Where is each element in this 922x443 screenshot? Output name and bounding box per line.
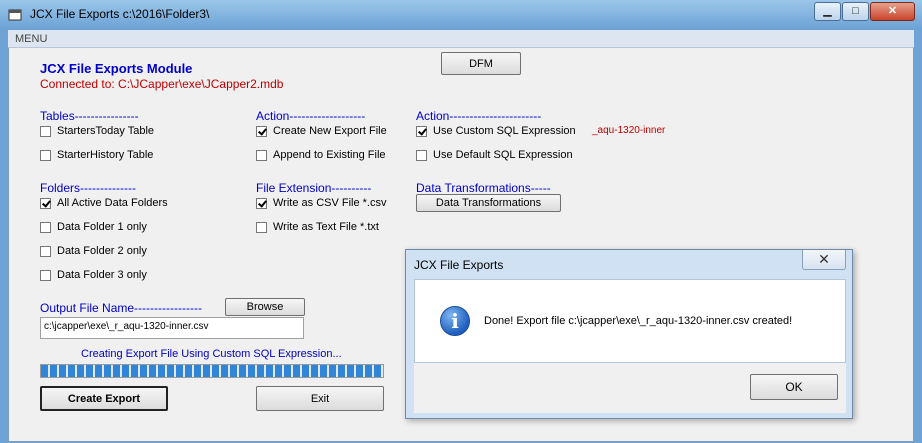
folder1-checkbox[interactable]: Data Folder 1 only — [40, 221, 147, 233]
output-file-heading: Output File Name----------------- — [40, 301, 202, 315]
menu-item[interactable]: MENU — [15, 33, 47, 45]
maximize-button[interactable]: □ — [842, 2, 869, 21]
checkbox-box[interactable] — [256, 149, 267, 161]
progress-fill — [41, 365, 383, 377]
custom-sql-checkbox[interactable]: Use Custom SQL Expression — [416, 125, 576, 137]
tables-heading: Tables---------------- — [40, 109, 139, 123]
minimize-icon: ▁ — [823, 5, 832, 17]
connection-status: Connected to: C:\JCapper\exe\JCapper2.md… — [40, 77, 284, 91]
checkbox-label: Use Custom SQL Expression — [433, 125, 576, 137]
message-dialog: JCX File Exports ✕ i Done! Export file c… — [405, 249, 853, 419]
dfm-button[interactable]: DFM — [441, 52, 521, 75]
csv-checkbox[interactable]: Write as CSV File *.csv — [256, 197, 387, 209]
checkbox-label: Write as CSV File *.csv — [273, 197, 387, 209]
data-transformations-heading: Data Transformations----- — [416, 181, 551, 195]
minimize-button[interactable]: ▁ — [814, 2, 841, 21]
checkbox-label: Data Folder 2 only — [57, 245, 147, 257]
checkbox-box[interactable] — [40, 245, 51, 257]
checkbox-box[interactable] — [256, 197, 267, 209]
checkbox-box[interactable] — [40, 197, 51, 209]
checkbox-box[interactable] — [40, 149, 51, 161]
progress-status: Creating Export File Using Custom SQL Ex… — [81, 348, 342, 360]
ok-button[interactable]: OK — [750, 374, 838, 400]
append-existing-checkbox[interactable]: Append to Existing File — [256, 149, 386, 161]
sql-expression-name: _aqu-1320-inner — [592, 125, 666, 136]
module-title: JCX File Exports Module — [40, 61, 193, 76]
checkbox-box[interactable] — [40, 125, 51, 137]
checkbox-label: Data Folder 3 only — [57, 269, 147, 281]
output-file-input[interactable]: c:\jcapper\exe\_r_aqu-1320-inner.csv — [40, 317, 304, 339]
checkbox-box[interactable] — [416, 125, 427, 137]
window-title: JCX File Exports c:\2016\Folder3\ — [30, 7, 210, 21]
close-icon: ✕ — [818, 251, 830, 267]
checkbox-label: Data Folder 1 only — [57, 221, 147, 233]
create-new-export-checkbox[interactable]: Create New Export File — [256, 125, 387, 137]
menu-bar: MENU — [8, 30, 914, 48]
dialog-footer: OK — [414, 363, 846, 413]
browse-button[interactable]: Browse — [225, 298, 305, 316]
file-extension-heading: File Extension---------- — [256, 181, 372, 195]
folder3-checkbox[interactable]: Data Folder 3 only — [40, 269, 147, 281]
checkbox-box[interactable] — [40, 221, 51, 233]
starterstoday-checkbox[interactable]: StartersToday Table — [40, 125, 154, 137]
dialog-close-button[interactable]: ✕ — [802, 250, 846, 270]
dialog-title: JCX File Exports — [414, 258, 504, 272]
maximize-icon: □ — [852, 5, 859, 17]
data-transformations-button[interactable]: Data Transformations — [416, 194, 561, 212]
folders-heading: Folders-------------- — [40, 181, 136, 195]
txt-checkbox[interactable]: Write as Text File *.txt — [256, 221, 379, 233]
progress-bar — [40, 364, 384, 378]
checkbox-box[interactable] — [256, 221, 267, 233]
checkbox-box[interactable] — [40, 269, 51, 281]
app-icon — [8, 9, 22, 21]
checkbox-label: Write as Text File *.txt — [273, 221, 379, 233]
dialog-message: Done! Export file c:\jcapper\exe\_r_aqu-… — [484, 315, 793, 327]
dialog-body: i Done! Export file c:\jcapper\exe\_r_aq… — [414, 279, 846, 363]
all-folders-checkbox[interactable]: All Active Data Folders — [40, 197, 168, 209]
checkbox-label: StartersToday Table — [57, 125, 155, 137]
sql-action-heading: Action----------------------- — [416, 109, 542, 123]
exit-button[interactable]: Exit — [256, 386, 384, 411]
close-button[interactable]: ✕ — [870, 2, 915, 21]
starterhistory-checkbox[interactable]: StarterHistory Table — [40, 149, 153, 161]
checkbox-label: StarterHistory Table — [57, 149, 154, 161]
action-heading: Action------------------- — [256, 109, 366, 123]
checkbox-label: All Active Data Folders — [57, 197, 168, 209]
checkbox-label: Create New Export File — [273, 125, 387, 137]
default-sql-checkbox[interactable]: Use Default SQL Expression — [416, 149, 573, 161]
checkbox-label: Use Default SQL Expression — [433, 149, 573, 161]
folder2-checkbox[interactable]: Data Folder 2 only — [40, 245, 147, 257]
checkbox-box[interactable] — [416, 149, 427, 161]
checkbox-box[interactable] — [256, 125, 267, 137]
info-icon: i — [440, 306, 470, 336]
checkbox-label: Append to Existing File — [273, 149, 386, 161]
title-bar: JCX File Exports c:\2016\Folder3\ ▁ □ ✕ — [0, 0, 922, 30]
create-export-button[interactable]: Create Export — [40, 386, 168, 411]
close-icon: ✕ — [887, 5, 898, 17]
